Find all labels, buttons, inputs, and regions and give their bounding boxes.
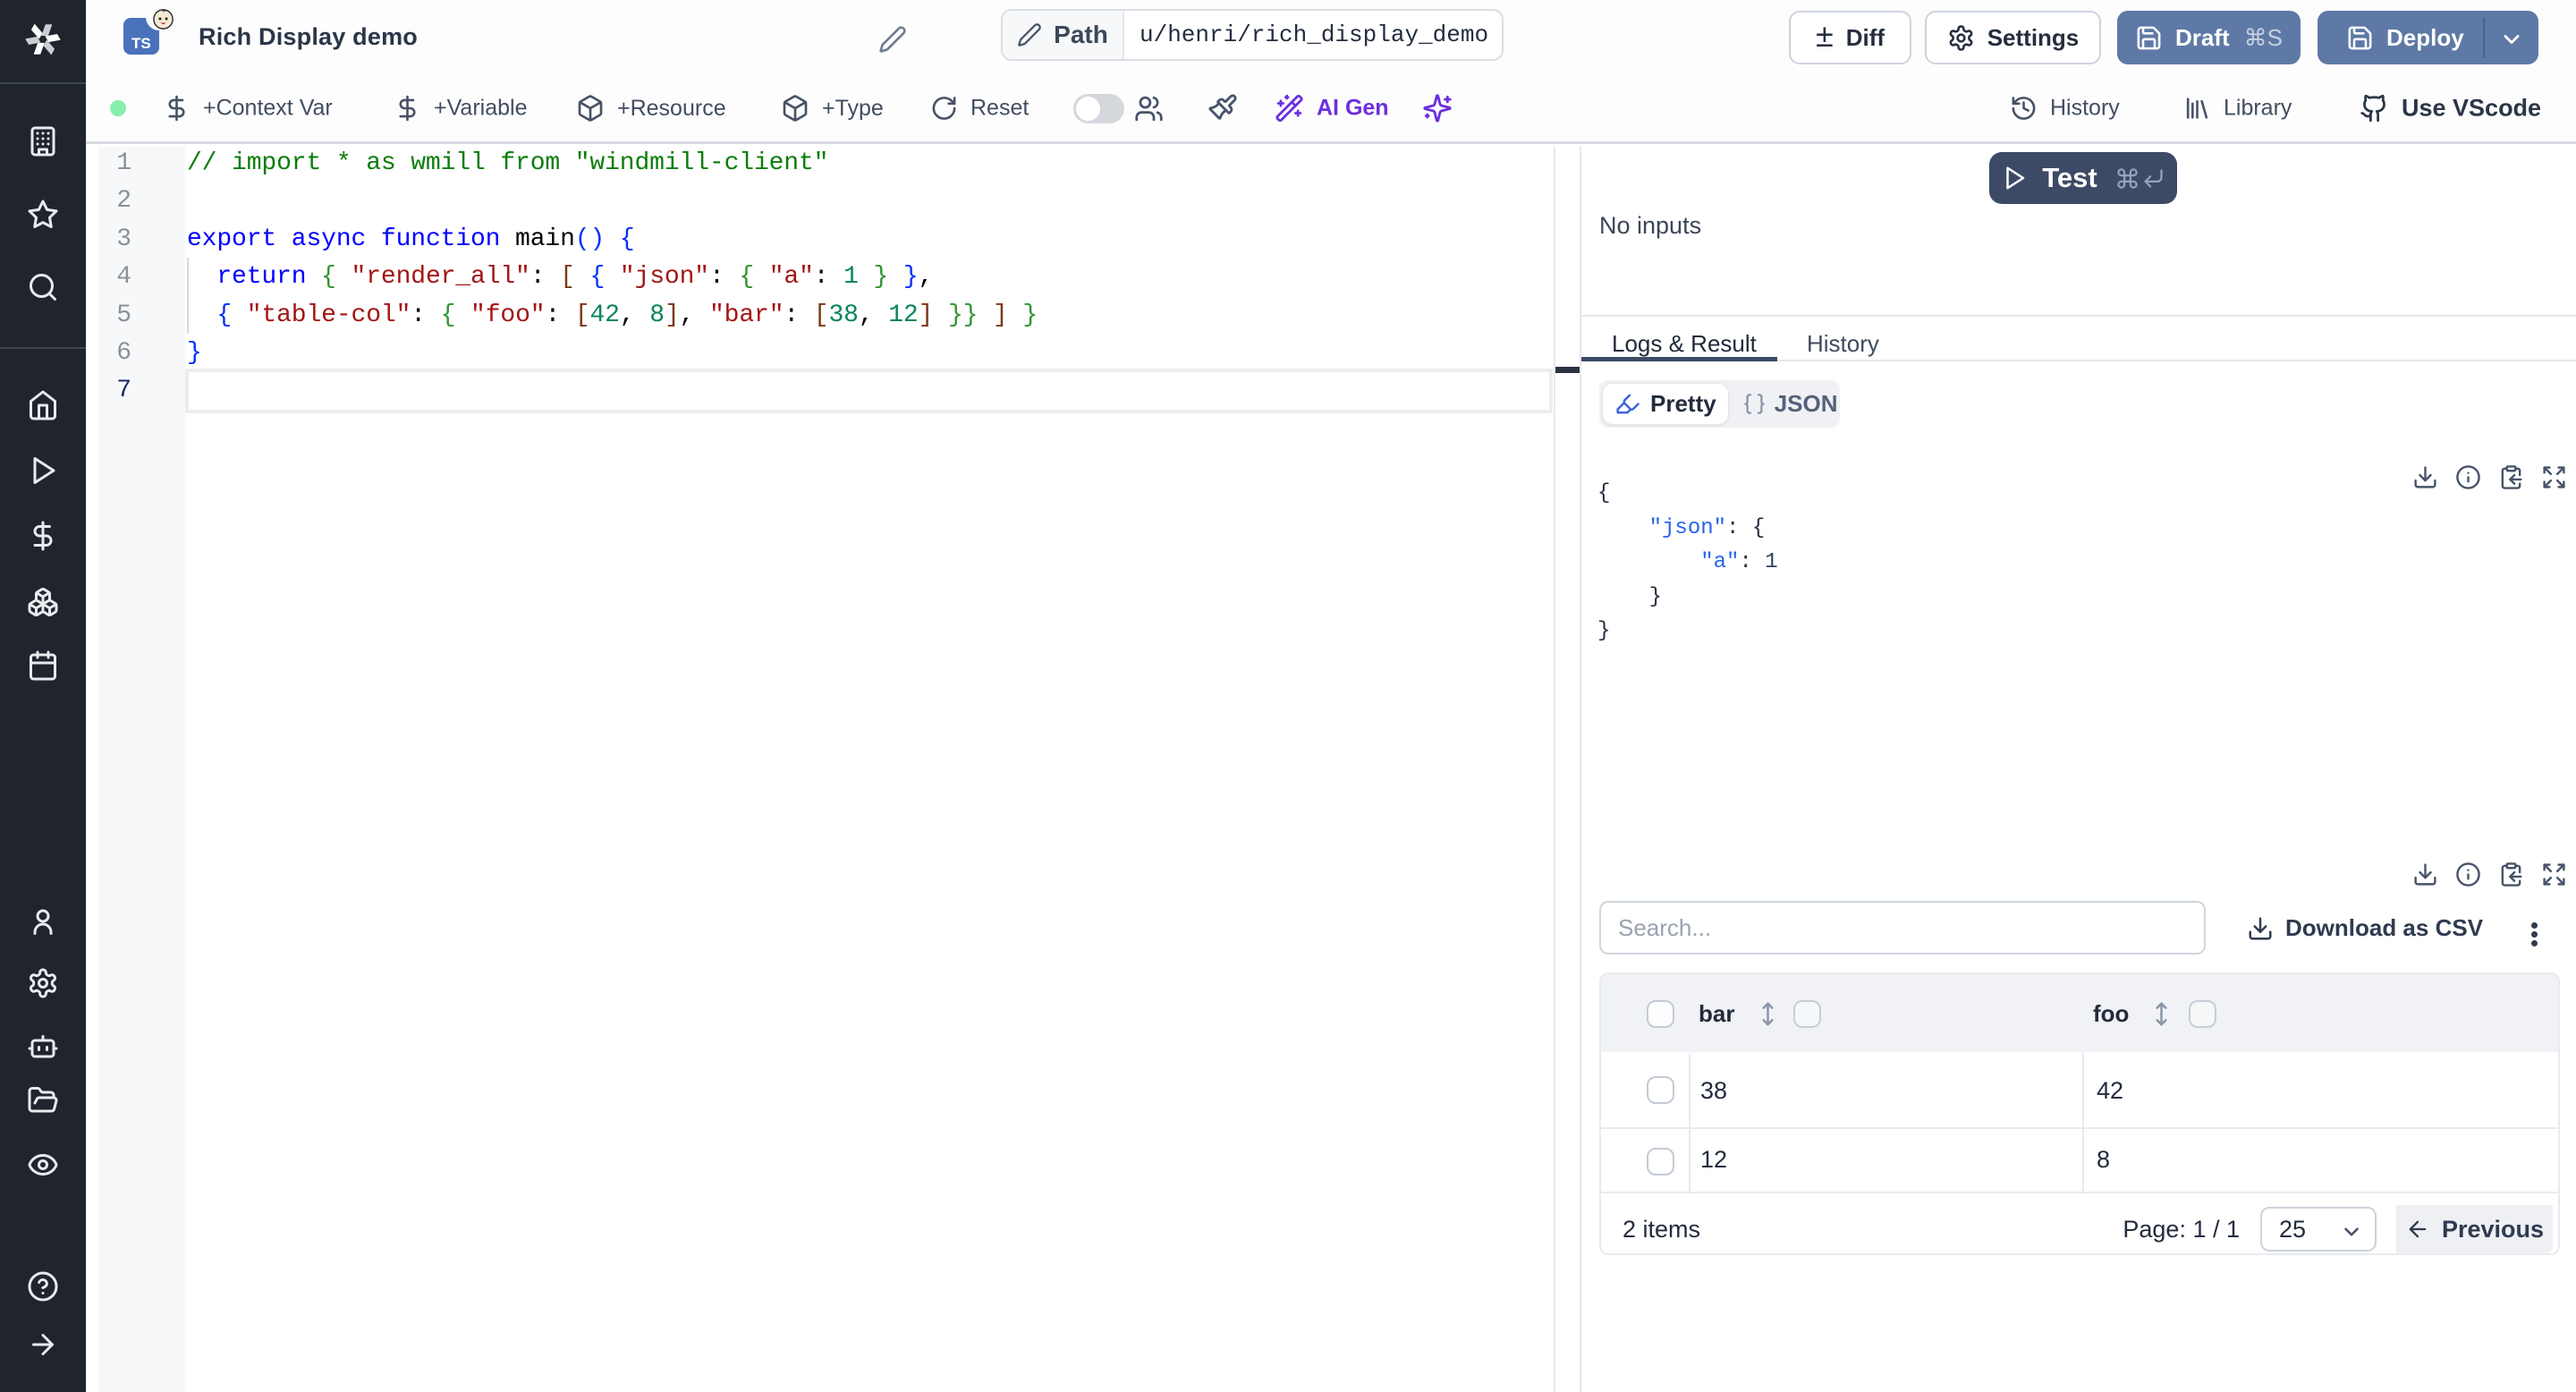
svg-text:TS: TS [131, 35, 151, 52]
